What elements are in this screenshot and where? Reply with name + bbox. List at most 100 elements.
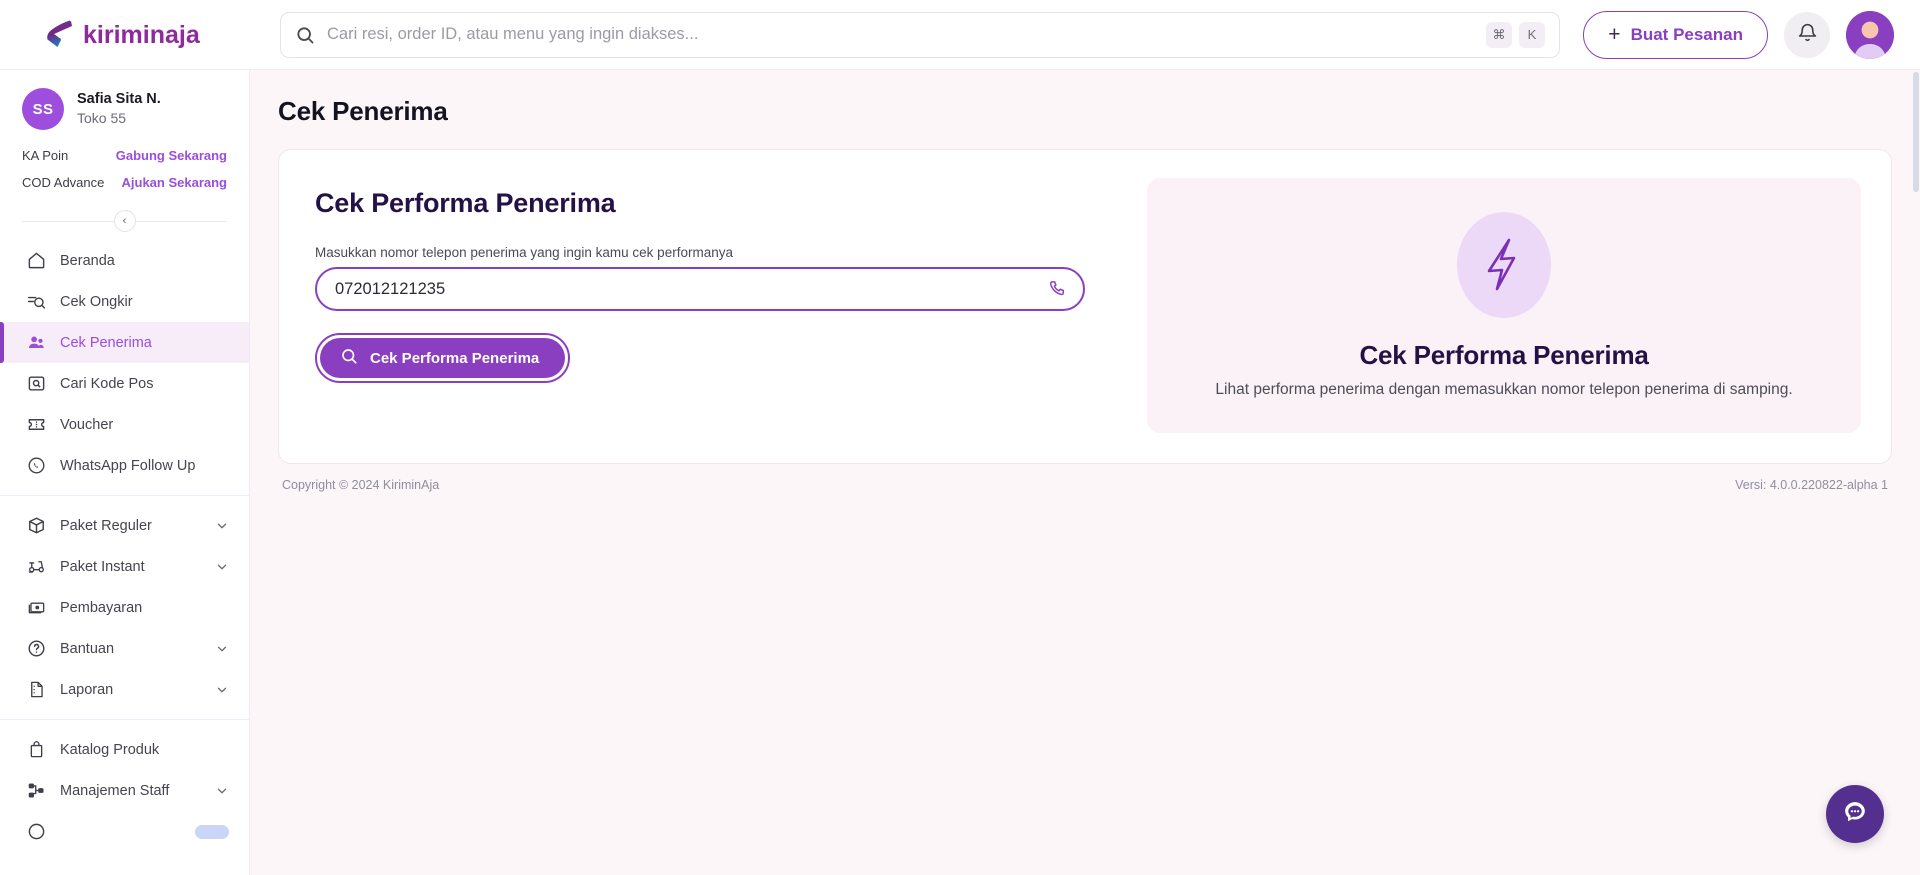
- cash-icon: [26, 598, 46, 618]
- sidebar-item-cek-penerima[interactable]: Cek Penerima: [0, 322, 249, 363]
- cek-performa-button[interactable]: Cek Performa Penerima: [320, 338, 566, 378]
- profile-initials: SS: [22, 88, 64, 130]
- sidebar-collapse-zone: ‹: [22, 210, 227, 232]
- nav-divider: [0, 719, 249, 720]
- promo-panel: Cek Performa Penerima Lihat performa pen…: [1147, 178, 1861, 433]
- sidebar-item-label: Beranda: [60, 252, 115, 269]
- profile-name: Safia Sita N.: [77, 90, 161, 107]
- logo-zone: kiriminaja: [0, 0, 250, 69]
- sidebar-item-label: Voucher: [60, 416, 114, 433]
- sidebar: SS Safia Sita N. Toko 55 KA Poin Gabung …: [0, 70, 250, 875]
- promo-ka-poin-action[interactable]: Gabung Sekarang: [116, 148, 227, 163]
- page-title: Cek Penerima: [278, 96, 448, 126]
- kbd-k: K: [1519, 21, 1545, 48]
- promo-title: Cek Performa Penerima: [1359, 340, 1649, 370]
- sidebar-item-katalog-produk[interactable]: Katalog Produk: [0, 729, 249, 770]
- sidebar-item-bantuan[interactable]: Bantuan: [0, 628, 249, 669]
- chevron-left-icon: ‹: [122, 215, 127, 227]
- sidebar-nav: Beranda Cek Ongkir Cek Penerima Cari Kod…: [0, 240, 249, 852]
- sidebar-item-paket-reguler[interactable]: Paket Reguler: [0, 505, 249, 546]
- app-root: kiriminaja ⌘ K + Buat Pes: [0, 0, 1920, 875]
- page-scrollbar[interactable]: [1913, 72, 1919, 192]
- user-avatar[interactable]: [1846, 10, 1894, 59]
- star-burst-icon: [1457, 212, 1552, 318]
- help-circle-icon: [26, 639, 46, 659]
- scooter-icon: [26, 557, 46, 577]
- sidebar-item-laporan[interactable]: Laporan: [0, 669, 249, 710]
- nav-item-badge: [195, 824, 229, 839]
- sidebar-item-beranda[interactable]: Beranda: [0, 240, 249, 281]
- report-icon: [26, 680, 46, 700]
- cek-performa-card: Cek Performa Penerima Masukkan nomor tel…: [278, 149, 1892, 464]
- sidebar-item-partially-hidden[interactable]: [0, 811, 249, 852]
- sidebar-item-whatsapp-follow-up[interactable]: WhatsApp Follow Up: [0, 445, 249, 486]
- sidebar-profile[interactable]: SS Safia Sita N. Toko 55: [0, 70, 249, 142]
- search-icon: [340, 347, 358, 369]
- global-search[interactable]: ⌘ K: [280, 11, 1560, 58]
- promo-cod-advance-label: COD Advance: [22, 175, 105, 190]
- kiriminaja-logo[interactable]: kiriminaja: [39, 15, 211, 55]
- sidebar-item-label: Laporan: [60, 681, 114, 698]
- svg-text:kiriminaja: kiriminaja: [83, 21, 201, 49]
- footer: Copyright © 2024 KiriminAja Versi: 4.0.0…: [278, 464, 1892, 492]
- bell-icon: [1797, 22, 1818, 48]
- phone-field-label: Masukkan nomor telepon penerima yang ing…: [315, 245, 733, 260]
- sidebar-item-label: Katalog Produk: [60, 741, 160, 758]
- org-icon: [26, 781, 46, 801]
- version-text: Versi: 4.0.0.220822-alpha 1: [1735, 478, 1888, 492]
- sidebar-item-cari-kode-pos[interactable]: Cari Kode Pos: [0, 363, 249, 404]
- sidebar-item-paket-instant[interactable]: Paket Instant: [0, 546, 249, 587]
- chevron-down-icon: [215, 519, 229, 533]
- notifications-button[interactable]: [1784, 11, 1830, 58]
- sidebar-item-label: Cek Penerima: [60, 334, 152, 351]
- box-icon: [26, 516, 46, 536]
- search-icon: [295, 25, 315, 45]
- logo-arrow-icon: [47, 20, 72, 47]
- sidebar-item-label: Paket Instant: [60, 558, 145, 575]
- search-zone: ⌘ K: [250, 11, 1561, 58]
- sidebar-item-label: WhatsApp Follow Up: [60, 457, 196, 474]
- profile-store: Toko 55: [77, 110, 127, 127]
- promo-cod-advance: COD Advance Ajukan Sekarang: [0, 169, 249, 196]
- form-title: Cek Performa Penerima: [315, 188, 616, 218]
- collapse-sidebar-button[interactable]: ‹: [113, 210, 136, 232]
- sidebar-item-label: Pembayaran: [60, 599, 143, 616]
- sidebar-item-voucher[interactable]: Voucher: [0, 404, 249, 445]
- chevron-down-icon: [215, 642, 229, 656]
- sidebar-item-manajemen-staff[interactable]: Manajemen Staff: [0, 770, 249, 811]
- promo-ka-poin-label: KA Poin: [22, 148, 69, 163]
- kbd-cmd: ⌘: [1486, 21, 1512, 48]
- logo-wordmark: kiriminaja: [83, 21, 201, 49]
- phone-input[interactable]: [335, 279, 1047, 299]
- bag-icon: [26, 740, 46, 760]
- cek-performa-button-label: Cek Performa Penerima: [370, 349, 540, 367]
- body: SS Safia Sita N. Toko 55 KA Poin Gabung …: [0, 70, 1920, 875]
- avatar-illustration: [1846, 10, 1894, 59]
- plus-icon: +: [1608, 23, 1621, 46]
- nav-divider: [0, 495, 249, 496]
- copyright-text: Copyright © 2024 KiriminAja: [282, 478, 440, 492]
- sidebar-item-cek-ongkir[interactable]: Cek Ongkir: [0, 281, 249, 322]
- sidebar-item-pembayaran[interactable]: Pembayaran: [0, 587, 249, 628]
- sidebar-item-label: Cari Kode Pos: [60, 375, 154, 392]
- top-bar: kiriminaja ⌘ K + Buat Pes: [0, 0, 1920, 70]
- submit-focus-ring: Cek Performa Penerima: [315, 333, 571, 383]
- sidebar-item-label: Paket Reguler: [60, 517, 152, 534]
- chat-support-button[interactable]: [1826, 785, 1884, 843]
- phone-icon: [1047, 279, 1067, 299]
- create-order-button[interactable]: + Buat Pesanan: [1583, 10, 1768, 59]
- chevron-down-icon: [215, 560, 229, 574]
- search-input[interactable]: [315, 25, 1486, 44]
- home-icon: [26, 251, 46, 271]
- create-order-label: Buat Pesanan: [1630, 24, 1743, 44]
- phone-input-box[interactable]: [315, 267, 1085, 311]
- people-icon: [26, 333, 46, 353]
- sidebar-item-label: Cek Ongkir: [60, 293, 133, 310]
- promo-subtitle: Lihat performa penerima dengan memasukka…: [1215, 381, 1793, 398]
- promo-cod-advance-action[interactable]: Ajukan Sekarang: [122, 175, 228, 190]
- promo-ka-poin: KA Poin Gabung Sekarang: [0, 142, 249, 169]
- search-shortcut: ⌘ K: [1486, 21, 1545, 48]
- whatsapp-icon: [26, 456, 46, 476]
- circle-icon: [26, 822, 46, 842]
- ticket-icon: [26, 415, 46, 435]
